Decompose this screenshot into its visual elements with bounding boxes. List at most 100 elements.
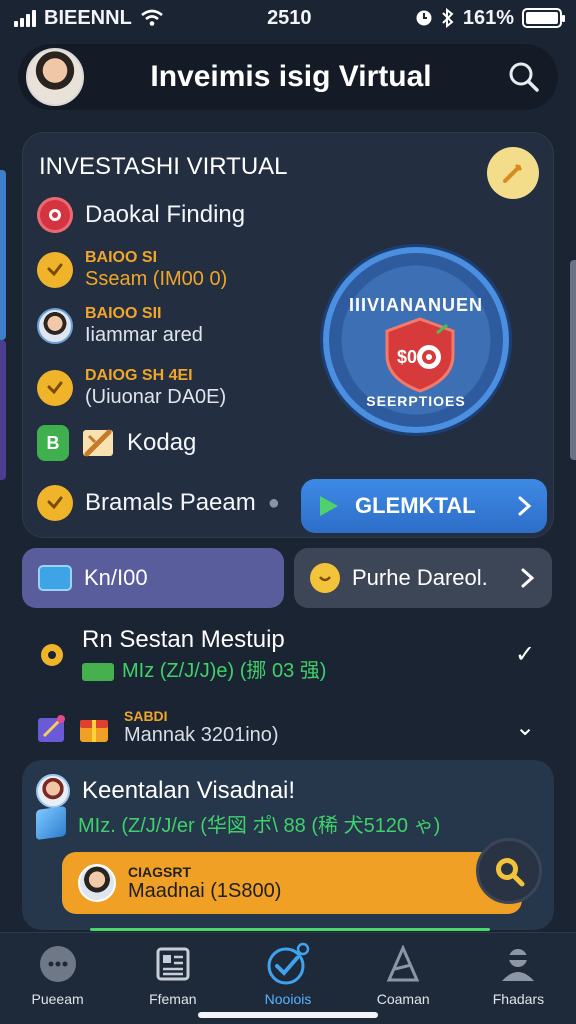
battery-percent: 161% <box>462 6 514 29</box>
search-icon <box>496 858 525 887</box>
feature-value: Iiammar ared <box>85 324 203 346</box>
promo-text: Maadnai (1S800) <box>128 879 282 902</box>
tab-label: Nooiois <box>264 991 312 1007</box>
tab-label: Coaman <box>376 991 430 1007</box>
progress-line <box>90 928 490 931</box>
list-item-title: Rn Sestan Mestuip <box>82 626 285 653</box>
search-fab-button[interactable] <box>476 838 542 904</box>
chevron-right-icon <box>518 496 532 516</box>
avatar[interactable] <box>26 48 84 106</box>
feature-label: Kodag <box>127 429 197 456</box>
gift-box-icon <box>78 712 110 744</box>
feature-item[interactable]: DAIOG SH 4EI (Uiuonar DA0E) <box>37 367 226 409</box>
chevron-down-icon[interactable]: ⌄ <box>510 713 540 742</box>
wand-icon <box>36 712 68 744</box>
play-icon <box>320 496 338 516</box>
edit-button[interactable] <box>487 147 539 199</box>
tile-label: Purhe Dareol. <box>352 565 488 590</box>
checkmark-circle-icon <box>266 942 310 985</box>
chevron-right-icon <box>521 568 535 588</box>
check-badge-icon <box>37 485 73 521</box>
tile-label: Kn/I00 <box>84 565 148 590</box>
feature-item[interactable]: Daokal Finding <box>37 197 245 233</box>
avatar <box>78 864 116 902</box>
tools-icon <box>83 429 113 457</box>
summary-sub: MIz. (Z/J/J/er (华図 ポ\ 88 (稀 犬5120 ゃ) <box>78 814 441 837</box>
location-pin-icon <box>36 642 68 668</box>
primary-cta-button[interactable]: GLEMKTAL <box>301 479 547 533</box>
investment-card: INVESTASHI VIRTUAL Daokal Finding BAIOO … <box>22 132 554 538</box>
promo-bar[interactable]: CIAGSRT Maadnai (1S800) <box>62 852 522 914</box>
page-title: Inveimis isig Virtual <box>150 60 432 93</box>
shield-icon: $0 <box>385 317 455 393</box>
card-title: INVESTASHI VIRTUAL <box>39 153 288 180</box>
feature-item[interactable]: BAIOO SI Sseam (IM00 0) <box>37 249 227 291</box>
person-icon <box>499 943 537 985</box>
badge-top-text: IIIVIANANUEN <box>348 295 483 315</box>
scrollbar[interactable] <box>570 260 576 460</box>
smile-icon <box>310 563 340 593</box>
list-item[interactable]: Rn Sestan Mestuip MIz (Z/J/J)e) (挪 03 强)… <box>36 626 540 683</box>
feature-label: Bramals Paeam <box>85 489 256 516</box>
tab-label: Pueeam <box>31 991 84 1007</box>
feature-item[interactable]: Bramals Paeam ● <box>37 485 280 521</box>
virtual-investment-badge[interactable]: IIIVIANANUEN $0 SEERPTIOES <box>323 247 509 433</box>
carrier-label: BIEENNL <box>44 6 132 29</box>
list-item[interactable]: SABDI Mannak 3201ino) ⌄ <box>36 708 540 747</box>
summary-title: Keentalan Visadnai! <box>82 777 296 804</box>
chat-bubble-icon <box>38 943 78 985</box>
tab-label: Ffeman <box>149 991 197 1007</box>
feature-label: Daokal Finding <box>85 201 246 228</box>
compass-icon <box>385 943 421 985</box>
cash-icon <box>82 662 114 681</box>
shortcut-tile[interactable]: Kn/I00 <box>22 548 284 608</box>
list-item-tag: SABDI <box>124 708 168 724</box>
cta-label: GLEMKTAL <box>355 493 476 518</box>
document-list-icon <box>155 943 191 985</box>
feature-tag: BAIOO SII <box>85 305 162 322</box>
promo-tag: CIAGSRT <box>128 863 191 880</box>
tab-coaman[interactable]: Coaman <box>346 933 461 1024</box>
bottom-tab-bar: Pueeam Ffeman Nooiois Coaman Fhadars <box>0 932 576 1024</box>
feature-value: (Uiuonar DA0E) <box>85 386 227 408</box>
target-icon <box>37 197 73 233</box>
tab-pueeam[interactable]: Pueeam <box>0 933 115 1024</box>
check-icon: ✓ <box>514 641 536 668</box>
alarm-icon <box>416 10 432 26</box>
pencil-icon <box>503 163 523 183</box>
home-indicator[interactable] <box>198 1012 378 1018</box>
side-accent <box>0 170 6 340</box>
list-item-sub: MIz (Z/J/J)e) (挪 03 强) <box>122 660 327 682</box>
wifi-icon <box>140 9 163 26</box>
tab-ffeman[interactable]: Ffeman <box>115 933 230 1024</box>
info-dot-icon: ● <box>267 491 280 514</box>
shield-text: $0 <box>397 347 417 367</box>
status-bar: BIEENNL 2510 161% <box>0 0 576 36</box>
card-icon <box>38 565 72 591</box>
shortcut-tile[interactable]: Purhe Dareol. <box>294 548 552 608</box>
badge-bottom-text: SEERPTIOES <box>366 393 466 409</box>
feature-item[interactable]: BAIOO SII Iiammar ared <box>37 305 203 347</box>
search-icon <box>509 62 539 92</box>
money-icon: B <box>37 425 69 461</box>
app-header: Inveimis isig Virtual <box>18 44 558 110</box>
feature-value: Sseam (IM00 0) <box>85 268 228 290</box>
tab-nooiois[interactable]: Nooiois <box>230 933 345 1024</box>
avatar <box>36 774 70 808</box>
feature-tag: DAIOG SH 4EI <box>85 367 193 384</box>
clock: 2510 <box>267 6 312 29</box>
bluetooth-icon <box>442 8 454 28</box>
feature-item[interactable]: B Kodag <box>37 425 196 461</box>
profile-avatar-icon <box>37 308 73 344</box>
signal-icon <box>14 9 36 27</box>
tab-label: Fhadars <box>492 991 545 1007</box>
tab-fhadars[interactable]: Fhadars <box>461 933 576 1024</box>
search-button[interactable] <box>498 51 550 103</box>
battery-icon <box>521 8 565 28</box>
side-accent <box>0 340 6 480</box>
check-badge-icon <box>37 370 73 406</box>
list-item-sub: Mannak 3201ino) <box>124 724 279 746</box>
cube-icon <box>36 805 66 841</box>
feature-tag: BAIOO SI <box>85 249 158 266</box>
check-badge-icon <box>37 252 73 288</box>
